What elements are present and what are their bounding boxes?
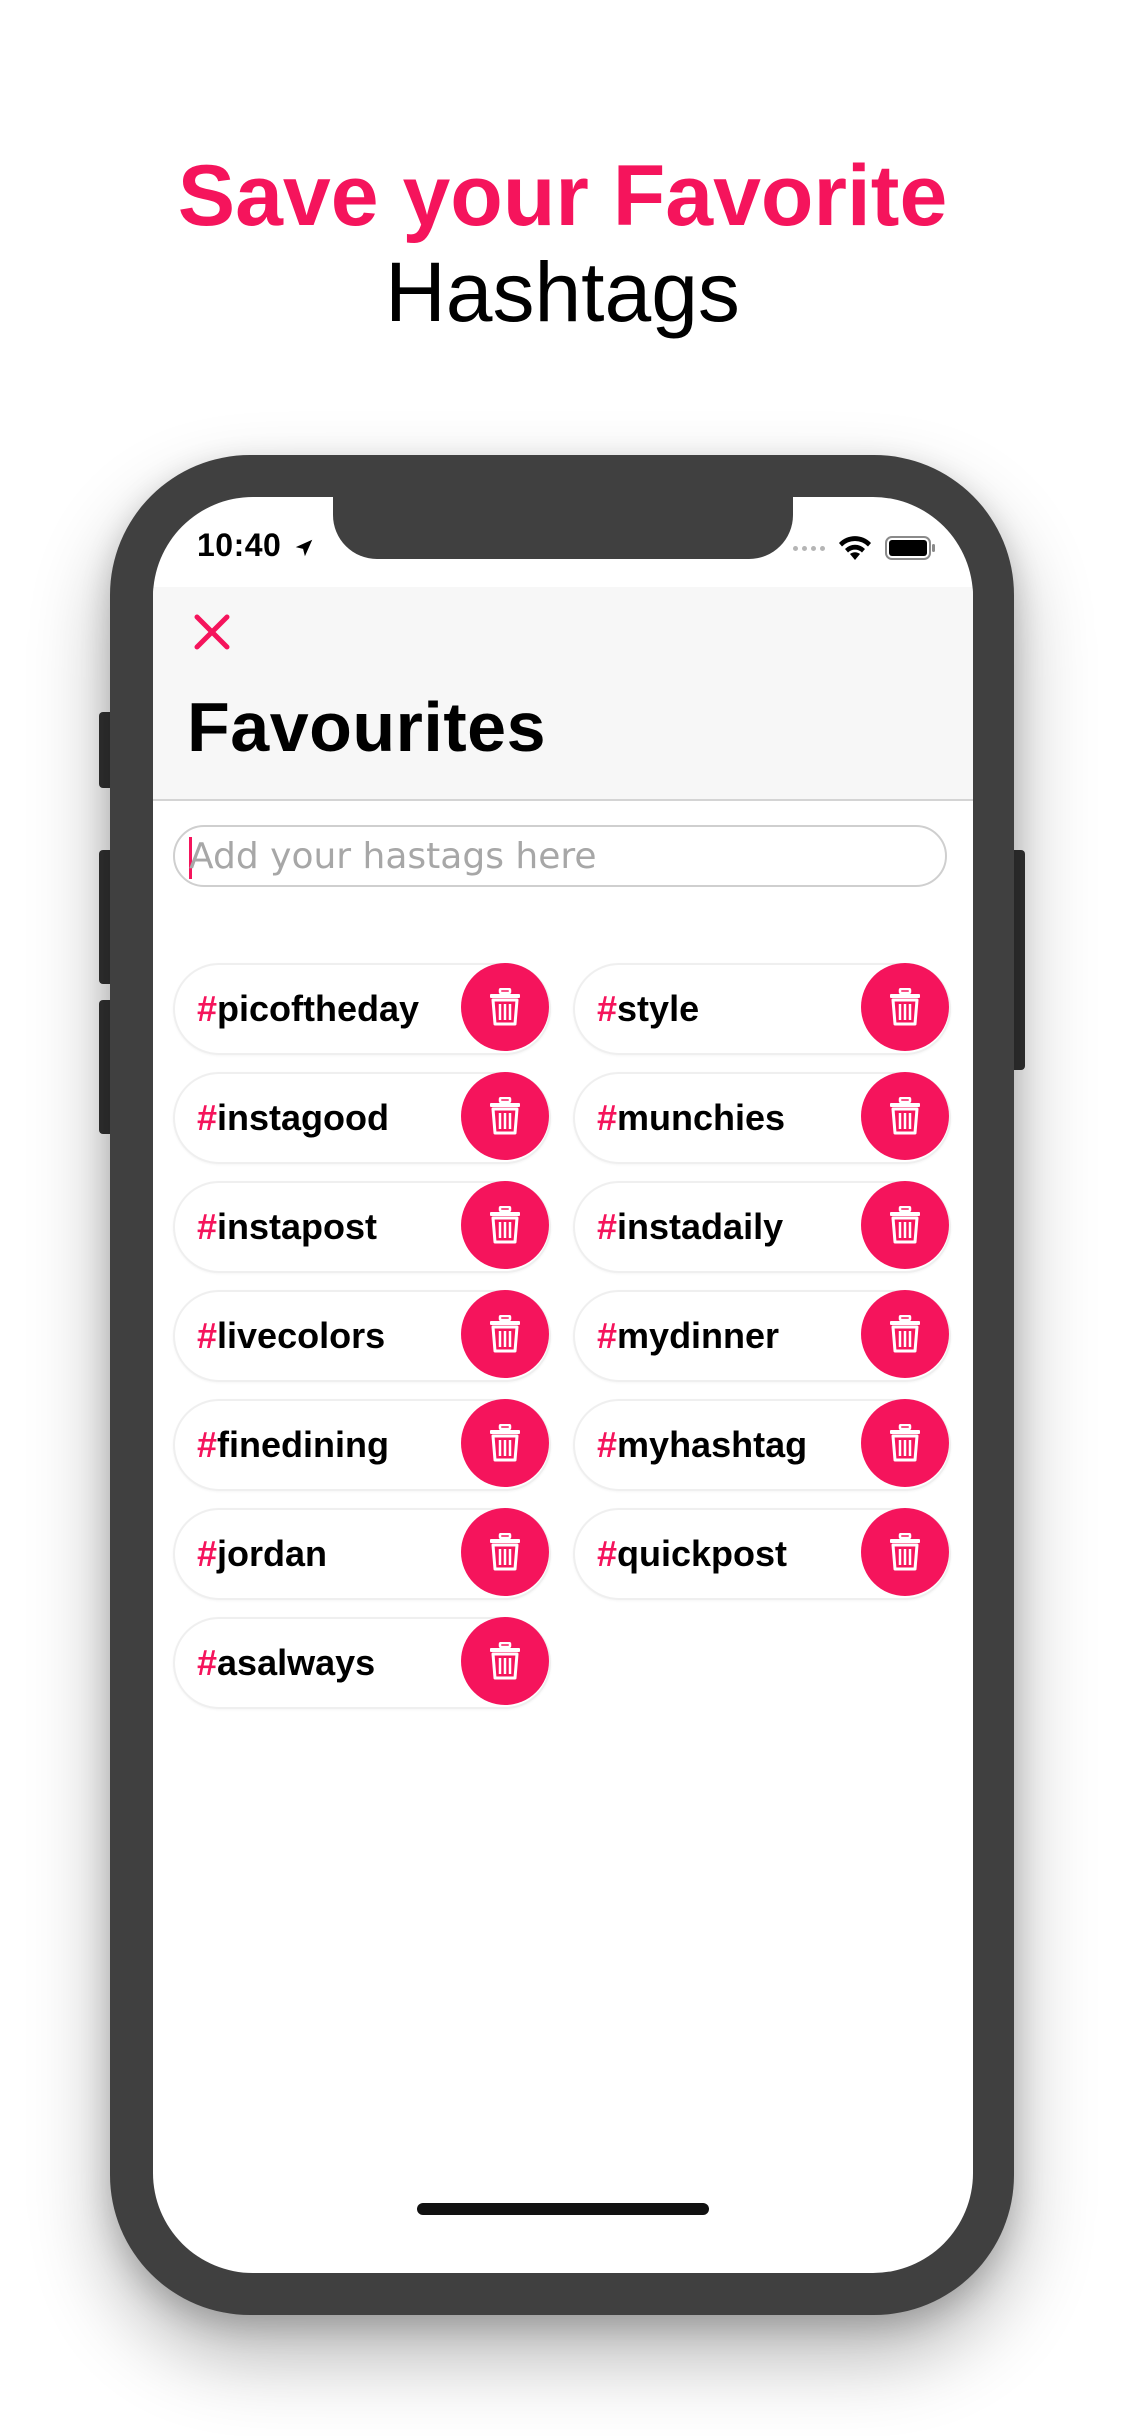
hashtag-chip[interactable]: #instapost [173,1181,551,1273]
phone-frame: 10:40 Favourites Add your hastags here #… [110,455,1014,2315]
hashtag-prefix: # [197,1315,218,1356]
hashtag-text: asalways [217,1642,376,1683]
hashtag-prefix: # [197,1533,218,1574]
trash-icon [890,1424,920,1462]
home-indicator [417,2203,709,2215]
trash-icon [490,1315,520,1353]
hashtag-chip[interactable]: #livecolors [173,1290,551,1382]
trash-icon [490,1424,520,1462]
hashtag-label: #picoftheday [197,965,419,1053]
hashtag-prefix: # [197,1424,218,1465]
delete-hashtag-button[interactable] [461,1072,549,1160]
hashtag-text: style [617,988,700,1029]
delete-hashtag-button[interactable] [461,1290,549,1378]
notch [333,497,793,559]
headline-plain-line: Hashtags [385,245,740,339]
hashtag-prefix: # [597,988,618,1029]
delete-hashtag-button[interactable] [461,1508,549,1596]
hashtag-text: instapost [217,1206,378,1247]
signal-dots-icon [793,545,825,551]
headline-accent-line: Save your Favorite [177,148,948,244]
hashtag-label: #instapost [197,1183,377,1271]
hashtag-label: #instadaily [597,1183,783,1271]
battery-icon [885,536,935,560]
hashtag-label: #finedining [197,1401,389,1489]
delete-hashtag-button[interactable] [861,1290,949,1378]
hashtag-text: myhashtag [617,1424,808,1465]
hashtag-label: #asalways [197,1619,375,1707]
trash-icon [490,1097,520,1135]
app-store-screenshot: Save your Favorite Hashtags 10:40 Favour… [0,0,1125,2436]
hashtag-label: #quickpost [597,1510,787,1598]
delete-hashtag-button[interactable] [861,963,949,1051]
hashtag-text: mydinner [617,1315,780,1356]
hashtag-label: #munchies [597,1074,785,1162]
trash-icon [490,988,520,1026]
trash-icon [890,1206,920,1244]
page-title: Favourites [187,688,546,766]
hashtag-chip[interactable]: #instadaily [573,1181,951,1273]
hashtag-text: instadaily [617,1206,784,1247]
hashtag-search-field[interactable] [173,825,947,887]
marketing-headline: Save your Favorite Hashtags [0,148,1125,340]
hashtag-text: quickpost [617,1533,788,1574]
hashtag-text: munchies [617,1097,786,1138]
delete-hashtag-button[interactable] [461,1617,549,1705]
trash-icon [890,1315,920,1353]
hashtag-chip[interactable]: #finedining [173,1399,551,1491]
close-button[interactable] [187,607,237,657]
hashtag-prefix: # [597,1533,618,1574]
trash-icon [890,988,920,1026]
hashtag-text: livecolors [217,1315,386,1356]
hashtag-input[interactable] [189,831,929,881]
hashtag-label: #livecolors [197,1292,385,1380]
delete-hashtag-button[interactable] [461,1181,549,1269]
hashtag-prefix: # [197,1206,218,1247]
close-icon [194,614,230,650]
delete-hashtag-button[interactable] [861,1181,949,1269]
hashtag-prefix: # [597,1315,618,1356]
hashtag-label: #myhashtag [597,1401,807,1489]
hashtag-text: instagood [217,1097,390,1138]
trash-icon [490,1642,520,1680]
phone-screen: 10:40 Favourites Add your hastags here #… [153,497,973,2273]
hashtag-label: #style [597,965,699,1053]
hashtag-prefix: # [197,1642,218,1683]
hashtag-chip[interactable]: #quickpost [573,1508,951,1600]
delete-hashtag-button[interactable] [861,1508,949,1596]
hashtag-text: finedining [217,1424,389,1465]
trash-icon [490,1206,520,1244]
hashtag-chip[interactable]: #instagood [173,1072,551,1164]
hashtag-chip[interactable]: #munchies [573,1072,951,1164]
delete-hashtag-button[interactable] [861,1072,949,1160]
hashtag-prefix: # [597,1097,618,1138]
hashtag-chip[interactable]: #jordan [173,1508,551,1600]
hashtag-text: picoftheday [217,988,420,1029]
trash-icon [490,1533,520,1571]
hashtag-prefix: # [597,1424,618,1465]
wifi-icon [839,536,871,560]
delete-hashtag-button[interactable] [461,1399,549,1487]
hashtag-prefix: # [597,1206,618,1247]
status-time-text: 10:40 [197,527,282,563]
hashtag-chip[interactable]: #myhashtag [573,1399,951,1491]
delete-hashtag-button[interactable] [461,963,549,1051]
hashtag-chip[interactable]: #mydinner [573,1290,951,1382]
trash-icon [890,1097,920,1135]
delete-hashtag-button[interactable] [861,1399,949,1487]
status-time: 10:40 [197,527,315,564]
hashtag-text: jordan [217,1533,328,1574]
navigation-bar: Favourites [153,587,973,801]
hashtag-label: #jordan [197,1510,327,1598]
trash-icon [890,1533,920,1571]
hashtag-chip[interactable]: #picoftheday [173,963,551,1055]
hashtag-chip[interactable]: #style [573,963,951,1055]
hashtag-prefix: # [197,1097,218,1138]
hashtag-prefix: # [197,988,218,1029]
hashtag-chip[interactable]: #asalways [173,1617,551,1709]
status-icons [793,533,937,563]
location-arrow-icon [295,539,312,556]
hashtag-label: #mydinner [597,1292,779,1380]
hashtag-label: #instagood [197,1074,389,1162]
